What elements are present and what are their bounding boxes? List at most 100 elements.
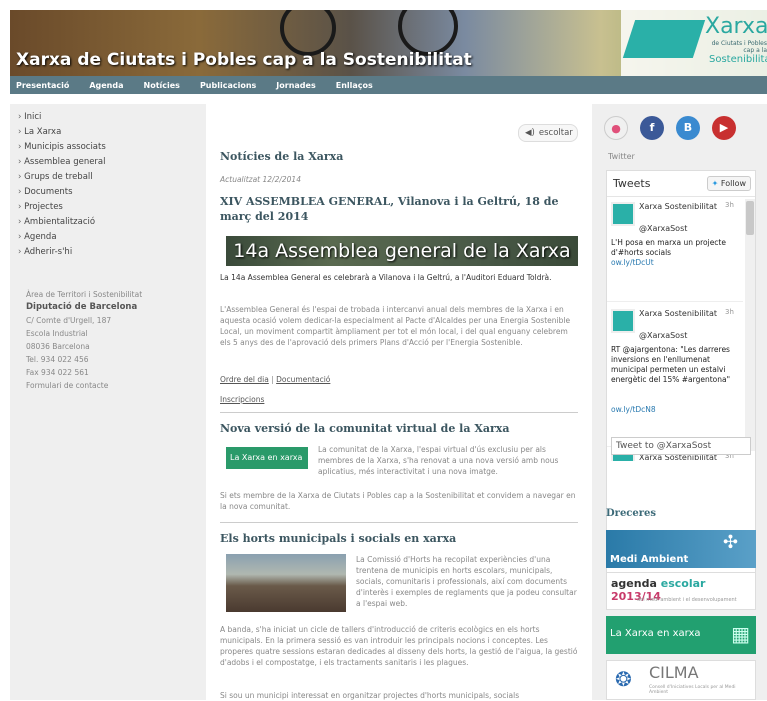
nav-jornades[interactable]: Jornades [276, 81, 315, 90]
tweet-time[interactable]: 3h [725, 308, 734, 316]
horts-group-photo[interactable] [226, 554, 346, 612]
article-lead: La 14a Assemblea General es celebrarà a … [220, 273, 552, 282]
link-ordre-dia[interactable]: Ordre del dia [220, 375, 269, 384]
contact-block: Àrea de Territori i Sostenibilitat Diput… [26, 288, 206, 392]
twitter-label: Twitter [608, 152, 635, 161]
tweet-item[interactable]: Xarxa Sostenibilitat @XarxaSost 3h L'H p… [607, 198, 743, 302]
tweet-handle[interactable]: @XarxaSost [639, 330, 719, 341]
article-title-assemblea[interactable]: XIV ASSEMBLEA GENERAL, Vilanova i la Gel… [220, 194, 578, 224]
article-body: La comunitat de la Xarxa, l'espai virtua… [318, 445, 559, 476]
article-body: L'Assemblea General és l'espai de trobad… [220, 305, 571, 347]
cilma-subtitle: Consell d'Iniciatives Locals per al Medi… [649, 685, 736, 695]
article-title-comunitat[interactable]: Nova versió de la comunitat virtual de l… [220, 422, 509, 435]
logo-name: Xarxa [705, 14, 767, 39]
flickr-icon[interactable]: ● [604, 116, 628, 140]
site-title[interactable]: Xarxa de Ciutats i Pobles cap a la Soste… [16, 50, 472, 70]
site-header: Xarxa de Ciutats i Pobles cap a la Soste… [10, 10, 767, 76]
agenda-subtitle: del medi ambient i el desenvolupament [637, 597, 737, 603]
shortcut-medi-label: Medi Ambient [610, 554, 689, 565]
top-navigation: Presentació Agenda Notícies Publicacions… [10, 76, 767, 94]
updated-date: Actualitzat 12/2/2014 [220, 175, 301, 184]
wind-turbine-icon: ✣ [722, 532, 738, 553]
article-body: La Comissió d'Horts ha recopilat experiè… [356, 555, 577, 608]
nav-noticies[interactable]: Notícies [144, 81, 180, 90]
article-body: A banda, s'ha iniciat un cicle de taller… [220, 625, 578, 667]
sidebar-item-inici[interactable]: Inici [18, 110, 206, 125]
scrollbar-thumb[interactable] [746, 201, 754, 235]
twitter-bird-icon: ✦ [711, 179, 721, 188]
contact-address: Escola Industrial [26, 329, 88, 338]
page-title: Notícies de la Xarxa [220, 150, 344, 163]
sidebar-item-grups[interactable]: Grups de treball [18, 170, 206, 185]
contact-area: Àrea de Territori i Sostenibilitat [26, 290, 143, 299]
avatar[interactable] [611, 309, 635, 333]
contact-address: 08036 Barcelona [26, 342, 90, 351]
listen-label: escoltar [538, 128, 573, 138]
listen-button[interactable]: ◀) escoltar [518, 124, 578, 142]
twitter-header: Tweets ✦ Follow [607, 171, 755, 197]
article-body: Si sou un municipi interessat en organit… [220, 691, 520, 700]
left-sidebar: Inici La Xarxa Municipis associats Assem… [10, 104, 206, 700]
sidebar-item-agenda[interactable]: Agenda [18, 230, 206, 245]
article-title-horts[interactable]: Els horts municipals i socials en xarxa [220, 532, 456, 545]
tweet-time[interactable]: 3h [725, 201, 734, 209]
tweets-title: Tweets [613, 177, 651, 190]
shortcut-agenda-escolar[interactable]: agenda escolar 2013/14 del medi ambient … [606, 572, 756, 610]
nav-presentacio[interactable]: Presentació [16, 81, 69, 90]
sidebar-item-projectes[interactable]: Projectes [18, 200, 206, 215]
link-inscripcions[interactable]: Inscripcions [220, 395, 264, 404]
shortcut-xarxa-en-xarxa[interactable]: La Xarxa en xarxa ▦ [606, 616, 756, 654]
facebook-icon[interactable]: f [640, 116, 664, 140]
tweet-handle[interactable]: @XarxaSost [639, 223, 719, 234]
nav-agenda[interactable]: Agenda [89, 81, 123, 90]
tweet-author[interactable]: Xarxa Sostenibilitat [639, 308, 719, 319]
nav-enllacos[interactable]: Enllaços [336, 81, 373, 90]
sidebar-item-municipis[interactable]: Municipis associats [18, 140, 206, 155]
site-logo[interactable]: Xarxa de Ciutats i Pobles cap a la Soste… [621, 10, 767, 76]
article-body: Si ets membre de la Xarxa de Ciutats i P… [220, 491, 576, 511]
divider [220, 412, 578, 413]
link-documentacio[interactable]: Documentació [276, 375, 330, 384]
tweets-scrollbar[interactable] [745, 199, 755, 451]
contact-tel: Tel. 934 022 456 [26, 355, 89, 364]
sidebar-item-adherir[interactable]: Adherir-s'hi [18, 245, 206, 260]
contact-address: C/ Comte d'Urgell, 187 [26, 316, 112, 325]
contact-org: Diputació de Barcelona [26, 302, 138, 312]
network-icon: ▦ [731, 622, 750, 646]
tweet-link[interactable]: ow.ly/tDcUt [611, 258, 739, 268]
logo-sostenibilitat: Sostenibilitat [709, 54, 767, 65]
tweet-link[interactable]: ow.ly/tDcN8 [611, 405, 739, 415]
sidebar-menu: Inici La Xarxa Municipis associats Assem… [18, 110, 206, 260]
divider [220, 522, 578, 523]
nav-publicacions[interactable]: Publicacions [200, 81, 256, 90]
sidebar-item-ambientalitzacio[interactable]: Ambientalització [18, 215, 206, 230]
cilma-logo-icon: ❂ [615, 667, 632, 691]
dreceres-heading: Dreceres [606, 508, 657, 519]
tweet-item[interactable]: Xarxa Sostenibilitat @XarxaSost 3h RT @a… [607, 305, 743, 447]
sidebar-item-assemblea[interactable]: Assemblea general [18, 155, 206, 170]
contact-fax: Fax 934 022 561 [26, 368, 89, 377]
avatar[interactable] [611, 202, 635, 226]
sidebar-item-la-xarxa[interactable]: La Xarxa [18, 125, 206, 140]
sidebar-item-documents[interactable]: Documents [18, 185, 206, 200]
follow-label: Follow [720, 179, 746, 188]
cilma-name: CILMA [649, 663, 699, 682]
shortcut-xarxa-label: La Xarxa en xarxa [610, 628, 701, 639]
escolar-word: escolar [660, 577, 706, 590]
assemblea-banner[interactable]: 14a Assemblea general de la Xarxa [226, 236, 578, 266]
agenda-word: agenda [611, 577, 657, 590]
tweet-author[interactable]: Xarxa Sostenibilitat [639, 201, 719, 212]
logo-subtitle: de Ciutats i Pobles cap a la [711, 40, 767, 54]
youtube-icon[interactable]: ▶ [712, 116, 736, 140]
shortcut-medi-ambient[interactable]: Medi Ambient ✣ [606, 530, 756, 568]
follow-button[interactable]: ✦ Follow [706, 176, 751, 191]
xarxa-en-xarxa-image[interactable]: La Xarxa en xarxa [226, 447, 308, 469]
speaker-icon: ◀) [525, 128, 535, 138]
contact-form-link[interactable]: Formulari de contacte [26, 379, 206, 392]
tweet-text: L'H posa en marxa un projecte d'#horts s… [611, 238, 726, 257]
blog-icon[interactable]: B [676, 116, 700, 140]
tweet-text: RT @ajargentona: "Les darreres inversion… [611, 345, 731, 384]
tweet-to-button[interactable]: Tweet to @XarxaSost [611, 437, 751, 455]
shortcut-cilma[interactable]: ❂ CILMA Consell d'Iniciatives Locals per… [606, 660, 756, 700]
right-sidebar: ● f B ▶ Twitter Tweets ✦ Follow Xarxa So… [592, 104, 767, 700]
